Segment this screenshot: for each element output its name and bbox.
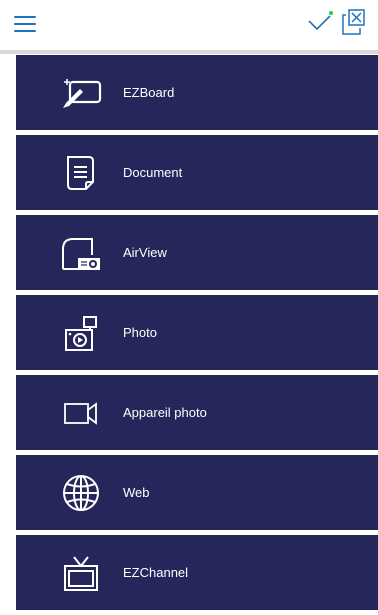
menu-item-ezchannel[interactable]: EZChannel xyxy=(16,535,378,610)
document-icon xyxy=(58,153,104,193)
globe-icon xyxy=(58,473,104,513)
whiteboard-pen-icon xyxy=(58,73,104,113)
menu-item-appareil-photo[interactable]: Appareil photo xyxy=(16,375,378,450)
close-window-icon[interactable] xyxy=(340,8,366,36)
menu-item-label: AirView xyxy=(123,245,167,260)
video-camera-icon xyxy=(58,393,104,433)
menu-item-label: Appareil photo xyxy=(123,405,207,420)
menu-item-label: EZChannel xyxy=(123,565,189,580)
menu-item-partial[interactable] xyxy=(16,601,378,610)
menu-item-document[interactable]: Document xyxy=(16,135,378,210)
hamburger-menu-icon[interactable] xyxy=(14,16,36,34)
menu-item-photo[interactable]: Photo xyxy=(16,295,378,370)
menu-item-web[interactable]: Web xyxy=(16,455,378,530)
menu-item-ezboard[interactable]: EZBoard xyxy=(16,55,378,130)
menu-item-label: Web xyxy=(123,485,150,500)
menu-item-label: Photo xyxy=(123,325,157,340)
menu-item-label: Document xyxy=(123,165,183,180)
feature-menu: EZBoard Document AirView Photo Appareil … xyxy=(16,55,378,615)
menu-item-airview[interactable]: AirView xyxy=(16,215,378,290)
header-divider xyxy=(0,50,378,54)
menu-item-label: EZBoard xyxy=(123,85,175,100)
top-bar xyxy=(0,0,378,50)
photo-icon xyxy=(58,313,104,353)
tv-icon xyxy=(58,553,104,593)
projector-icon xyxy=(58,233,104,273)
checkmark-icon[interactable] xyxy=(306,10,334,34)
